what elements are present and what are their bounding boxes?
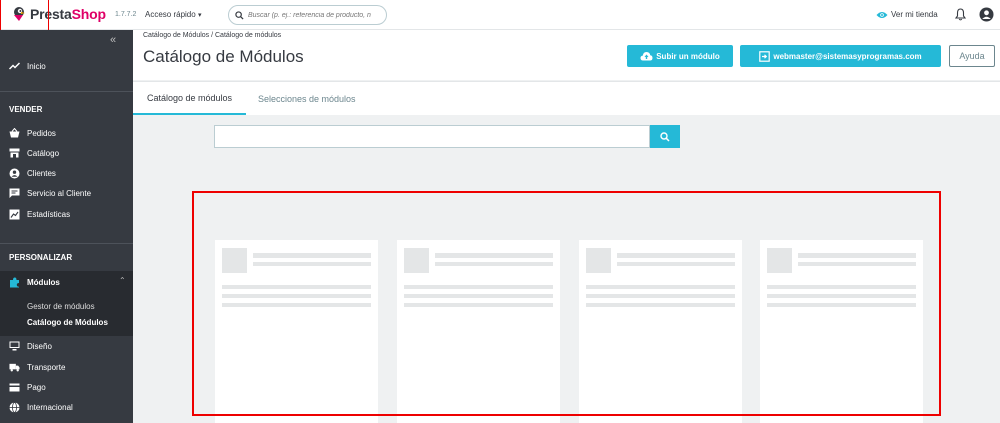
truck-icon (9, 362, 20, 373)
sidebar-item-label: Estadísticas (27, 209, 71, 219)
user-icon[interactable] (979, 7, 994, 24)
sidebar-item-label: Pago (27, 382, 46, 392)
eye-icon (876, 11, 888, 18)
quick-access-label: Acceso rápido (145, 10, 196, 19)
sidebar-item-stats[interactable]: Estadísticas (0, 205, 133, 223)
stats-icon (9, 209, 20, 220)
sidebar-divider (0, 91, 133, 92)
trending-icon (9, 61, 20, 72)
section-title-sell: VENDER (9, 105, 43, 114)
chat-icon (9, 188, 20, 199)
sidebar-item-label: Servicio al Cliente (27, 188, 92, 198)
sidebar-item-label: Clientes (27, 168, 56, 178)
brand-name-b: Shop (71, 6, 106, 22)
sidebar-item-label: Pedidos (27, 128, 56, 138)
module-search-button[interactable] (650, 125, 680, 148)
account-button-label: webmaster@sistemasyprogramas.com (773, 51, 922, 61)
sidebar-item-catalog[interactable]: Catálogo (0, 144, 133, 162)
puzzle-icon (9, 277, 20, 288)
page-title: Catálogo de Módulos (143, 47, 304, 66)
globe-icon (9, 401, 20, 413)
sidebar-item-customer-service[interactable]: Servicio al Cliente (0, 184, 133, 202)
sidebar-divider (0, 243, 133, 244)
sidebar-item-label: Diseño (27, 341, 52, 351)
desktop-icon (9, 341, 20, 352)
logo-highlight-box (0, 0, 49, 34)
view-shop-label: Ver mi tienda (891, 10, 938, 19)
upload-module-label: Subir un módulo (656, 51, 720, 61)
store-icon (9, 148, 20, 159)
sidebar-item-shipping[interactable]: Transporte (0, 358, 133, 376)
sidebar-subitem-module-catalog[interactable]: Catálogo de Módulos (27, 318, 108, 327)
sidebar-item-design[interactable]: Diseño (0, 337, 133, 355)
sidebar-item-label: Transporte (27, 362, 66, 372)
account-circle-icon (9, 168, 20, 179)
quick-access-dropdown[interactable]: Acceso rápido ▾ (145, 10, 201, 19)
tabs-bar: Catálogo de módulos Selecciones de módul… (133, 81, 1000, 116)
version-label: 1.7.7.2 (115, 11, 137, 18)
collapse-sidebar-icon[interactable]: « (110, 34, 116, 46)
sidebar-item-label: Módulos (27, 277, 60, 287)
sidebar-item-payment[interactable]: Pago (0, 378, 133, 396)
tab-module-catalog[interactable]: Catálogo de módulos (133, 82, 246, 116)
module-search-input[interactable] (214, 125, 650, 148)
sidebar-item-label: Catálogo (27, 148, 60, 158)
search-icon (235, 10, 244, 20)
sidebar-item-orders[interactable]: Pedidos (0, 124, 133, 142)
cards-highlight-box (192, 191, 941, 416)
tab-module-selections[interactable]: Selecciones de módulos (258, 82, 356, 116)
view-shop-link[interactable]: Ver mi tienda (876, 10, 938, 19)
chevron-up-icon: ⌃ (119, 276, 126, 285)
sidebar-item-label: Internacional (27, 402, 73, 412)
sidebar-item-international[interactable]: Internacional (0, 398, 133, 416)
upload-module-button[interactable]: Subir un módulo (627, 45, 733, 67)
search-icon (660, 131, 670, 142)
account-button[interactable]: webmaster@sistemasyprogramas.com (740, 45, 941, 67)
login-icon (759, 50, 771, 62)
caret-down-icon: ▾ (197, 12, 202, 19)
sidebar-item-home[interactable]: Inicio (0, 57, 133, 75)
bell-icon[interactable] (954, 8, 967, 23)
shopping-basket-icon (9, 128, 20, 139)
sidebar-item-modules[interactable]: Módulos ⌃ (0, 273, 133, 291)
help-button[interactable]: Ayuda (949, 45, 995, 67)
sidebar-subitem-module-manager[interactable]: Gestor de módulos (27, 302, 95, 311)
main-content (133, 115, 1000, 423)
page-header: Catálogo de Módulos / Catálogo de módulo… (133, 30, 1000, 80)
sidebar: « Inicio VENDER Pedidos Catálogo Cliente… (0, 30, 133, 423)
top-header: PrestaShop 1.7.7.2 Acceso rápido ▾ Ver m… (0, 0, 1000, 34)
breadcrumb[interactable]: Catálogo de Módulos / Catálogo de módulo… (143, 32, 281, 39)
search-input[interactable] (248, 11, 378, 19)
section-title-customize: PERSONALIZAR (9, 253, 73, 262)
credit-card-icon (9, 382, 20, 393)
cloud-upload-icon (640, 52, 653, 61)
header-search[interactable] (228, 5, 387, 25)
sidebar-item-customers[interactable]: Clientes (0, 164, 133, 182)
sidebar-item-label: Inicio (27, 61, 46, 71)
